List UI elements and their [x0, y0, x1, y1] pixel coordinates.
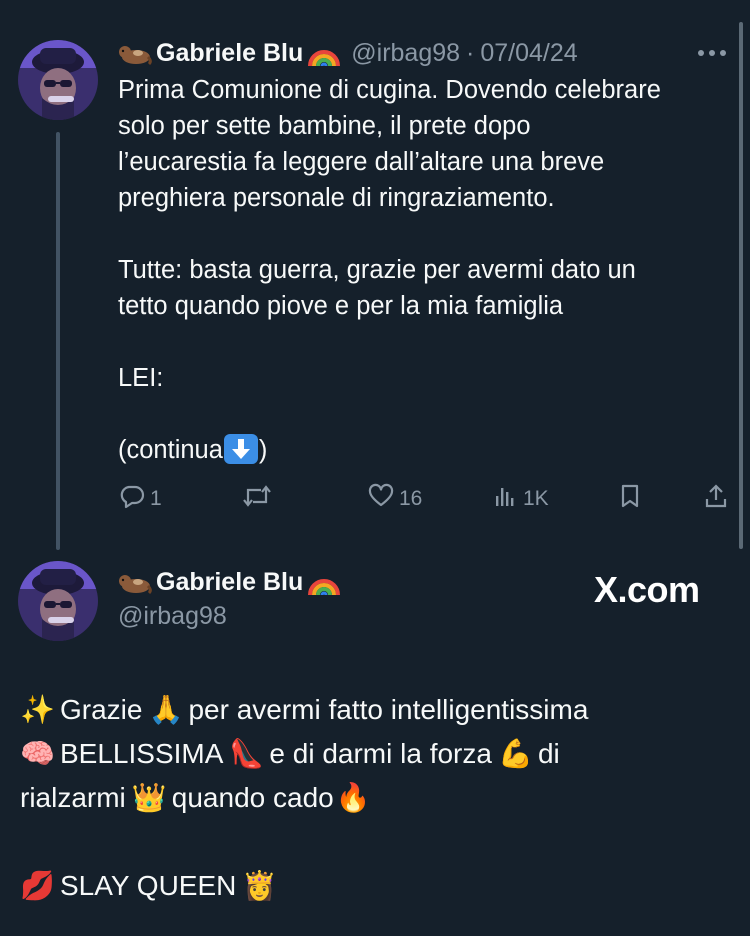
tweet-date[interactable]: 07/04/24	[480, 39, 577, 68]
quoted-segment: Grazie	[60, 694, 143, 725]
quoted-author-name[interactable]: Gabriele Blu	[156, 568, 303, 597]
quoted-segment: quando cado	[171, 782, 334, 813]
pray-emoji-icon: 🙏	[148, 693, 184, 726]
brain-emoji-icon: 🧠	[20, 737, 55, 770]
heart-icon	[367, 482, 395, 516]
quoted-author-handle[interactable]: @irbag98	[118, 602, 341, 631]
otter-emoji-icon	[118, 39, 152, 67]
text-line: Prima Comunione di cugina. Dovendo celeb…	[118, 76, 661, 104]
author-name[interactable]: Gabriele Blu	[156, 39, 303, 68]
otter-emoji-icon	[118, 568, 152, 596]
quoted-header: Gabriele Blu @irbag98	[118, 566, 341, 631]
more-icon[interactable]	[692, 40, 732, 66]
tweet-header: Gabriele Blu @irbag98 · 07/04/24	[118, 38, 578, 68]
like-button[interactable]: 16	[367, 482, 423, 516]
views-count: 1K	[523, 487, 549, 510]
high-heel-emoji-icon: 👠	[229, 737, 265, 770]
author-handle[interactable]: @irbag98	[351, 39, 460, 68]
avatar[interactable]	[18, 561, 98, 641]
separator-dot: ·	[466, 38, 475, 67]
text-line: Tutte: basta guerra, grazie per avermi d…	[118, 256, 636, 284]
scrollbar[interactable]	[739, 22, 743, 549]
rainbow-emoji-icon	[307, 567, 341, 597]
share-icon	[703, 482, 729, 516]
continua-close: )	[258, 436, 268, 464]
quoted-name-row: Gabriele Blu	[118, 566, 341, 598]
text-line: tetto quando piove e per la mia famiglia	[118, 292, 564, 320]
quoted-segment: di	[537, 738, 560, 769]
quoted-segment: e di darmi la forza	[269, 738, 492, 769]
views-button[interactable]: 1K	[493, 484, 549, 514]
flexed-biceps-emoji-icon: 💪	[497, 737, 533, 770]
quoted-line: 🧠 BELLISSIMA 👠 e di darmi la forza 💪 di	[20, 732, 735, 776]
bookmark-button[interactable]	[617, 484, 643, 514]
retweet-button[interactable]	[242, 484, 276, 514]
share-button[interactable]	[703, 484, 729, 514]
quoted-segment: rialzarmi	[20, 782, 126, 813]
rainbow-emoji-icon	[307, 38, 341, 68]
tweet-text: Prima Comunione di cugina. Dovendo celeb…	[118, 72, 728, 468]
princess-emoji-icon: 👸	[242, 869, 278, 902]
tweet-actions: 1 16 1K	[0, 482, 750, 516]
bookmark-icon	[617, 482, 643, 516]
quoted-segment: BELLISSIMA	[60, 738, 224, 769]
reply-button[interactable]: 1	[118, 484, 162, 514]
text-line: LEI:	[118, 364, 164, 392]
retweet-icon	[242, 482, 272, 516]
quoted-line: ✨ Grazie 🙏 per avermi fatto intelligenti…	[20, 688, 735, 732]
avatar[interactable]	[18, 40, 98, 120]
down-arrow-emoji-icon	[223, 434, 258, 464]
quoted-text: ✨ Grazie 🙏 per avermi fatto intelligenti…	[20, 688, 735, 908]
reply-count: 1	[150, 487, 162, 510]
crown-emoji-icon: 👑	[131, 781, 167, 814]
like-count: 16	[399, 487, 423, 510]
quoted-segment: SLAY QUEEN	[60, 870, 237, 901]
text-line: l’eucarestia fa leggere dall’altare una …	[118, 148, 605, 176]
text-line: solo per sette bambine, il prete dopo	[118, 112, 531, 140]
kiss-mark-emoji-icon: 💋	[20, 869, 55, 902]
x-com-watermark: X.com	[594, 569, 700, 610]
text-line: preghiera personale di ringraziamento.	[118, 184, 555, 212]
sparkles-emoji-icon: ✨	[20, 693, 55, 726]
fire-emoji-icon: 🔥	[335, 781, 371, 814]
quoted-segment: per avermi fatto intelligentissima	[188, 694, 589, 725]
reply-icon	[118, 482, 146, 516]
quoted-line: rialzarmi 👑 quando cado 🔥	[20, 776, 735, 820]
continua-text: (continua	[118, 436, 223, 464]
quoted-line: 💋 SLAY QUEEN 👸	[20, 864, 735, 908]
views-icon	[493, 482, 519, 516]
text-line-continua: (continua )	[118, 432, 728, 468]
